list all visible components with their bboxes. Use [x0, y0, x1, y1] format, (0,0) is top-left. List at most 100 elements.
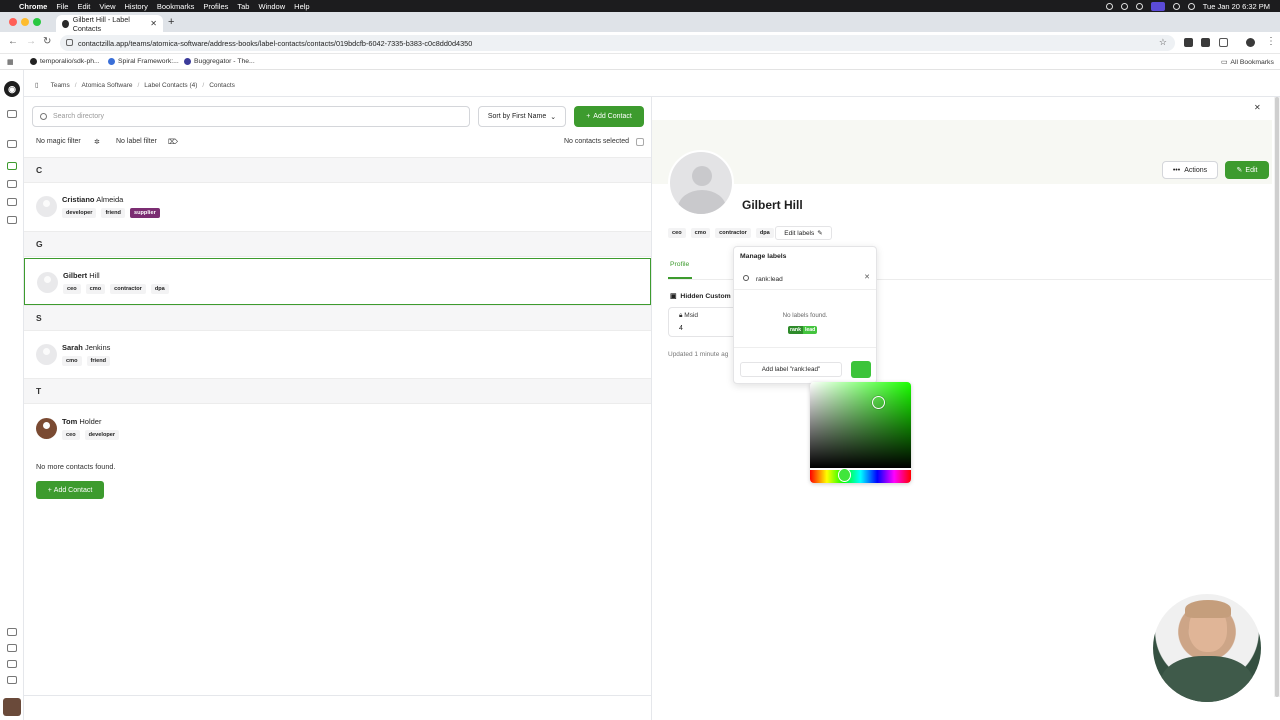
tag: dpa [755, 228, 774, 238]
users-icon[interactable] [7, 660, 17, 668]
menu-help[interactable]: Help [294, 2, 309, 11]
menu-file[interactable]: File [56, 2, 68, 11]
pane-divider[interactable] [651, 97, 652, 720]
breadcrumb-team[interactable]: Atomica Software [82, 82, 133, 89]
screen-record-icon[interactable] [1150, 1, 1165, 11]
select-all-checkbox[interactable] [636, 138, 644, 146]
phone-icon[interactable] [7, 216, 17, 224]
actions-button[interactable]: ••• Actions [1162, 161, 1218, 179]
contacts-icon[interactable] [7, 110, 17, 118]
menu-history[interactable]: History [125, 2, 148, 11]
group-header: T [24, 378, 651, 404]
close-window-button[interactable] [9, 18, 17, 26]
back-icon[interactable]: ← [8, 36, 18, 47]
add-contact-button[interactable]: + Add Contact [574, 106, 644, 127]
search-input[interactable]: Search directory [32, 106, 470, 127]
browser-tab[interactable]: Gilbert Hill - Label Contacts ✕ [56, 15, 163, 33]
search-icon [743, 275, 749, 281]
address-book-icon[interactable] [7, 140, 17, 148]
menu-bookmarks[interactable]: Bookmarks [157, 2, 195, 11]
help-icon[interactable] [7, 644, 17, 652]
forward-icon[interactable]: → [26, 36, 36, 47]
sparkle-icon[interactable]: ✲ [94, 138, 100, 146]
browser-menu-icon[interactable]: ⋮ [1266, 36, 1276, 47]
clear-icon[interactable]: ✕ [864, 273, 870, 281]
user-avatar[interactable] [3, 698, 21, 716]
reload-icon[interactable]: ↻ [43, 36, 51, 47]
extensions-puzzle-icon[interactable] [1219, 38, 1228, 47]
menu-app[interactable]: Chrome [19, 2, 47, 11]
menu-icon[interactable] [7, 628, 17, 636]
apps-grid-icon[interactable]: ▦ [7, 58, 13, 66]
contact-tags: ceo cmo contractor dpa [63, 284, 169, 294]
status-icon[interactable] [1135, 2, 1143, 10]
zoom-window-button[interactable] [33, 18, 41, 26]
bookmark-item[interactable]: temporalio/sdk-ph... [30, 58, 100, 65]
color-swatch-button[interactable] [851, 361, 871, 378]
close-icon[interactable]: ✕ [1254, 103, 1261, 112]
extension-icon[interactable] [1184, 38, 1193, 47]
label-contacts-icon[interactable] [7, 162, 17, 170]
bookmark-item[interactable]: Buggregator - The... [184, 58, 255, 65]
bookmark-item[interactable]: Spiral Framework:... [108, 58, 179, 65]
saturation-handle[interactable] [872, 396, 885, 409]
control-center-icon[interactable] [1187, 2, 1195, 10]
group-header: C [24, 157, 651, 183]
all-bookmarks[interactable]: ▭ All Bookmarks [1221, 58, 1274, 67]
breadcrumb-teams[interactable]: Teams [51, 82, 70, 89]
label-filter-button[interactable]: No label filter [116, 138, 157, 145]
menu-view[interactable]: View [99, 2, 115, 11]
close-tab-icon[interactable]: ✕ [150, 19, 157, 28]
wifi-icon[interactable] [1172, 2, 1180, 10]
contact-tags: developer friend supplier [62, 208, 160, 218]
tag: ceo [668, 228, 686, 238]
new-tab-button[interactable]: + [168, 16, 174, 28]
breadcrumb-address-book[interactable]: Label Contacts (4) [144, 82, 197, 89]
field-value: 4 [679, 325, 683, 332]
edit-button[interactable]: ✎ Edit [1225, 161, 1269, 179]
label-preview-key: rank [788, 326, 803, 334]
app-logo[interactable]: ◉ [4, 81, 20, 97]
edit-labels-button[interactable]: Edit labels ✎ [775, 226, 832, 240]
menu-profiles[interactable]: Profiles [203, 2, 228, 11]
magic-filter-button[interactable]: No magic filter [36, 138, 81, 145]
hue-slider[interactable] [810, 470, 911, 483]
status-icon[interactable] [1120, 2, 1128, 10]
url-text: contactzilla.app/teams/atomica-software/… [78, 38, 473, 48]
scrollbar-thumb[interactable] [1275, 97, 1279, 697]
bookmark-star-icon[interactable]: ☆ [1159, 37, 1167, 48]
contact-row-selected[interactable]: Gilbert Hill ceo cmo contractor dpa [24, 258, 651, 305]
add-contact-label: Add Contact [593, 113, 632, 120]
label-search-input[interactable]: rank:lead ✕ [740, 271, 872, 287]
contact-row[interactable]: Tom Holder ceo developer [24, 405, 651, 452]
add-contact-button-bottom[interactable]: + Add Contact [36, 481, 104, 499]
pencil-icon: ✎ [1236, 167, 1243, 174]
tag-icon[interactable]: ⌦ [168, 138, 178, 146]
actions-label: Actions [1184, 166, 1208, 174]
saturation-area[interactable] [810, 382, 911, 468]
sidebar-toggle-icon[interactable]: ▯ [35, 81, 39, 89]
settings-icon[interactable] [7, 676, 17, 684]
site-info-icon[interactable] [66, 39, 73, 46]
contact-row[interactable]: Sarah Jenkins cmo friend [24, 331, 651, 378]
hue-handle[interactable] [838, 468, 851, 482]
message-icon[interactable] [7, 198, 17, 206]
breadcrumb-contacts[interactable]: Contacts [209, 82, 235, 89]
url-field[interactable]: contactzilla.app/teams/atomica-software/… [60, 35, 1175, 51]
menu-edit[interactable]: Edit [77, 2, 90, 11]
folder-icon[interactable] [7, 180, 17, 188]
contact-row[interactable]: Cristiano Almeida developer friend suppl… [24, 183, 651, 230]
sort-dropdown[interactable]: Sort by First Name ⌄ [478, 106, 566, 127]
pencil-icon: ✎ [817, 230, 823, 237]
section-title: Hidden Custom [680, 292, 731, 300]
add-label-button[interactable]: Add label "rank:lead" [740, 362, 842, 377]
menu-tab[interactable]: Tab [237, 2, 249, 11]
contact-avatar-large[interactable] [668, 150, 734, 216]
minimize-window-button[interactable] [21, 18, 29, 26]
status-icon[interactable] [1105, 2, 1113, 10]
clock[interactable]: Tue Jan 20 6:32 PM [1203, 2, 1270, 11]
tab-profile[interactable]: Profile [670, 261, 689, 268]
profile-icon[interactable] [1246, 38, 1255, 47]
menu-window[interactable]: Window [258, 2, 285, 11]
extension-icon[interactable] [1201, 38, 1210, 47]
